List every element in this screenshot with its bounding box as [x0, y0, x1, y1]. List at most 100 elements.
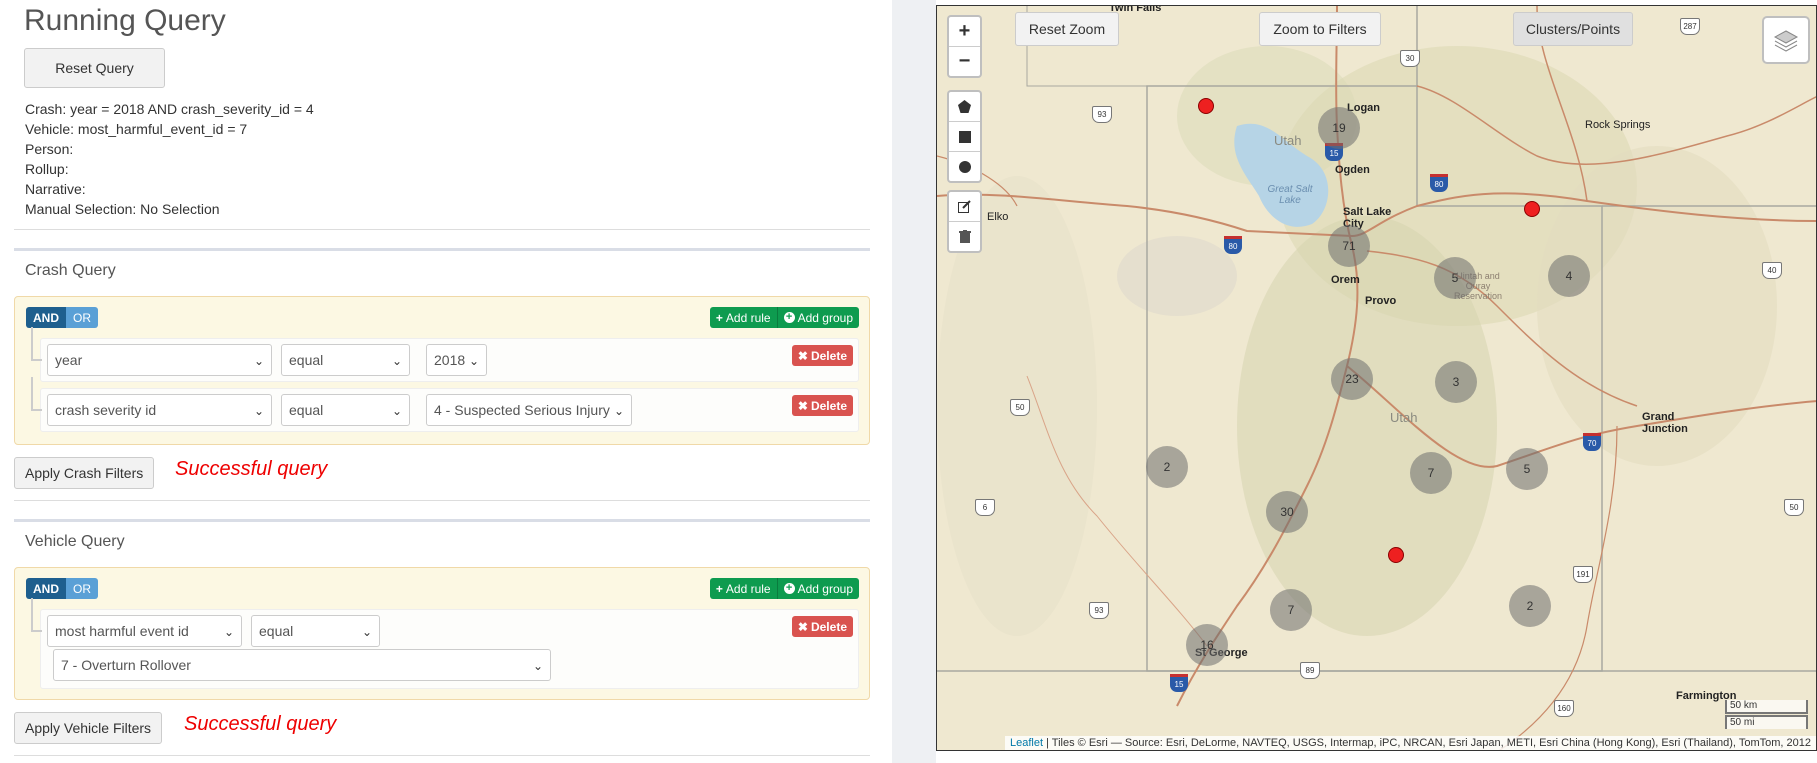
divider — [14, 500, 870, 501]
crash-cluster[interactable]: 71 — [1328, 225, 1370, 267]
zoom-out-button[interactable]: − — [949, 47, 980, 76]
edit-icon[interactable] — [949, 192, 980, 222]
zoom-control: + − — [947, 15, 982, 78]
rule-operator-select[interactable]: equal ⌄ — [251, 615, 380, 647]
vehicle-group-buttons: + Add rule + Add group — [709, 578, 859, 599]
plus-circle-icon: + — [783, 312, 795, 323]
delete-rule-button[interactable]: ✖ Delete — [791, 616, 853, 637]
crash-point[interactable] — [1198, 98, 1214, 114]
map-attribution: Leaflet | Tiles © Esri — Source: Esri, D… — [1005, 736, 1816, 750]
chevron-down-icon: ⌄ — [223, 625, 234, 639]
add-group-button[interactable]: + Add group — [777, 307, 859, 328]
circle-draw-icon[interactable] — [949, 152, 980, 181]
leaflet-link[interactable]: Leaflet — [1010, 737, 1043, 749]
map-label-rock-springs: Rock Springs — [1585, 119, 1651, 131]
chevron-down-icon: ⌄ — [391, 404, 402, 418]
chevron-down-icon: ⌄ — [253, 404, 264, 418]
zoom-to-filters-button[interactable]: Zoom to Filters — [1259, 12, 1381, 46]
add-group-label: Add group — [797, 581, 853, 596]
and-button[interactable]: AND — [26, 307, 66, 328]
crash-cluster[interactable]: 2 — [1509, 585, 1551, 627]
reset-query-button[interactable]: Reset Query — [24, 48, 165, 88]
us-route-shield-icon: 6 — [975, 499, 995, 516]
crash-cluster[interactable]: 2 — [1146, 446, 1188, 488]
trash-icon[interactable] — [949, 222, 980, 251]
add-rule-button[interactable]: + Add rule — [709, 578, 778, 599]
plus-icon: + — [715, 581, 723, 596]
divider — [14, 248, 870, 251]
query-panel: Running Query Reset Query Crash: year = … — [0, 0, 892, 763]
close-icon: ✖ — [797, 619, 808, 634]
us-route-shield-icon: 30 — [1400, 50, 1420, 67]
rule-value-select[interactable]: 2018 ⌄ — [426, 344, 487, 376]
draw-toolbar — [947, 90, 982, 183]
crash-cluster[interactable]: 7 — [1410, 452, 1452, 494]
interstate-shield-icon: 15 — [1170, 674, 1188, 692]
add-group-button[interactable]: + Add group — [777, 578, 859, 599]
rule-operator-value: equal — [289, 402, 324, 418]
crash-cluster[interactable]: 19 — [1318, 107, 1360, 149]
scale-bar: 50 km 50 mi — [1725, 700, 1808, 730]
us-route-shield-icon: 191 — [1573, 566, 1593, 583]
delete-label: Delete — [810, 348, 847, 363]
apply-crash-filters-button[interactable]: Apply Crash Filters — [14, 457, 155, 489]
map-label-orem: Orem — [1331, 274, 1360, 286]
apply-vehicle-filters-button[interactable]: Apply Vehicle Filters — [14, 712, 163, 744]
rule-field-select[interactable]: year ⌄ — [47, 344, 272, 376]
scale-km: 50 km — [1725, 700, 1808, 714]
us-route-shield-icon: 89 — [1300, 662, 1320, 679]
layers-control[interactable] — [1762, 16, 1810, 64]
crash-query-builder: AND OR + Add rule + Add group year ⌄ equal ⌄… — [14, 296, 870, 445]
crash-map[interactable]: Reset Zoom Zoom to Filters Clusters/Poin… — [936, 5, 1817, 751]
plus-circle-icon: + — [783, 583, 795, 594]
crash-cluster[interactable]: 30 — [1266, 491, 1308, 533]
crash-cluster[interactable]: 3 — [1435, 361, 1477, 403]
rule-field-select[interactable]: crash severity id ⌄ — [47, 394, 272, 426]
crash-point[interactable] — [1388, 547, 1404, 563]
divider — [14, 755, 870, 756]
add-group-label: Add group — [797, 310, 853, 325]
crash-cluster[interactable]: 5 — [1506, 448, 1548, 490]
rectangle-draw-icon[interactable] — [949, 122, 980, 152]
delete-rule-button[interactable]: ✖ Delete — [791, 395, 853, 416]
add-rule-button[interactable]: + Add rule — [709, 307, 778, 328]
rule-operator-select[interactable]: equal ⌄ — [281, 344, 410, 376]
crash-cluster[interactable]: 23 — [1331, 358, 1373, 400]
crash-cluster[interactable]: 7 — [1270, 589, 1312, 631]
crash-cluster[interactable]: 5 — [1434, 257, 1476, 299]
us-route-shield-icon: 93 — [1089, 602, 1109, 619]
interstate-shield-icon: 70 — [1583, 433, 1601, 451]
vehicle-and-or-toggle: AND OR — [26, 578, 98, 599]
divider — [14, 519, 870, 522]
layers-icon — [1773, 30, 1799, 52]
map-label-grand-junction: Grand Junction — [1642, 411, 1688, 435]
crash-point[interactable] — [1524, 201, 1540, 217]
summary-person: Person: — [25, 141, 74, 157]
rule-operator-value: equal — [259, 623, 294, 639]
reset-zoom-button[interactable]: Reset Zoom — [1015, 12, 1119, 46]
delete-rule-button[interactable]: ✖ Delete — [791, 345, 853, 366]
rule-operator-select[interactable]: equal ⌄ — [281, 394, 410, 426]
map-label-great-salt-lake: Great Salt Lake — [1267, 184, 1313, 206]
rule-field-value: crash severity id — [55, 402, 157, 418]
or-button[interactable]: OR — [66, 578, 98, 599]
zoom-in-button[interactable]: + — [949, 17, 980, 47]
summary-narrative: Narrative: — [25, 181, 86, 197]
edit-toolbar — [947, 190, 982, 253]
rule-field-select[interactable]: most harmful event id ⌄ — [47, 615, 242, 647]
rule-value-select[interactable]: 4 - Suspected Serious Injury ⌄ — [426, 394, 632, 426]
map-label-state: Utah — [1390, 410, 1418, 425]
polygon-draw-icon[interactable] — [949, 92, 980, 122]
clusters-points-toggle[interactable]: Clusters/Points — [1513, 12, 1633, 46]
chevron-down-icon: ⌄ — [391, 354, 402, 368]
us-route-shield-icon: 93 — [1092, 106, 1112, 123]
or-button[interactable]: OR — [66, 307, 98, 328]
rule-value-select[interactable]: 7 - Overturn Rollover ⌄ — [53, 649, 551, 681]
add-rule-label: Add rule — [725, 581, 771, 596]
chevron-down-icon: ⌄ — [468, 354, 479, 368]
attribution-text: | Tiles © Esri — Source: Esri, DeLorme, … — [1043, 737, 1811, 749]
rule-value: 7 - Overturn Rollover — [61, 657, 191, 673]
crash-cluster[interactable]: 16 — [1186, 624, 1228, 666]
crash-cluster[interactable]: 4 — [1548, 255, 1590, 297]
and-button[interactable]: AND — [26, 578, 66, 599]
